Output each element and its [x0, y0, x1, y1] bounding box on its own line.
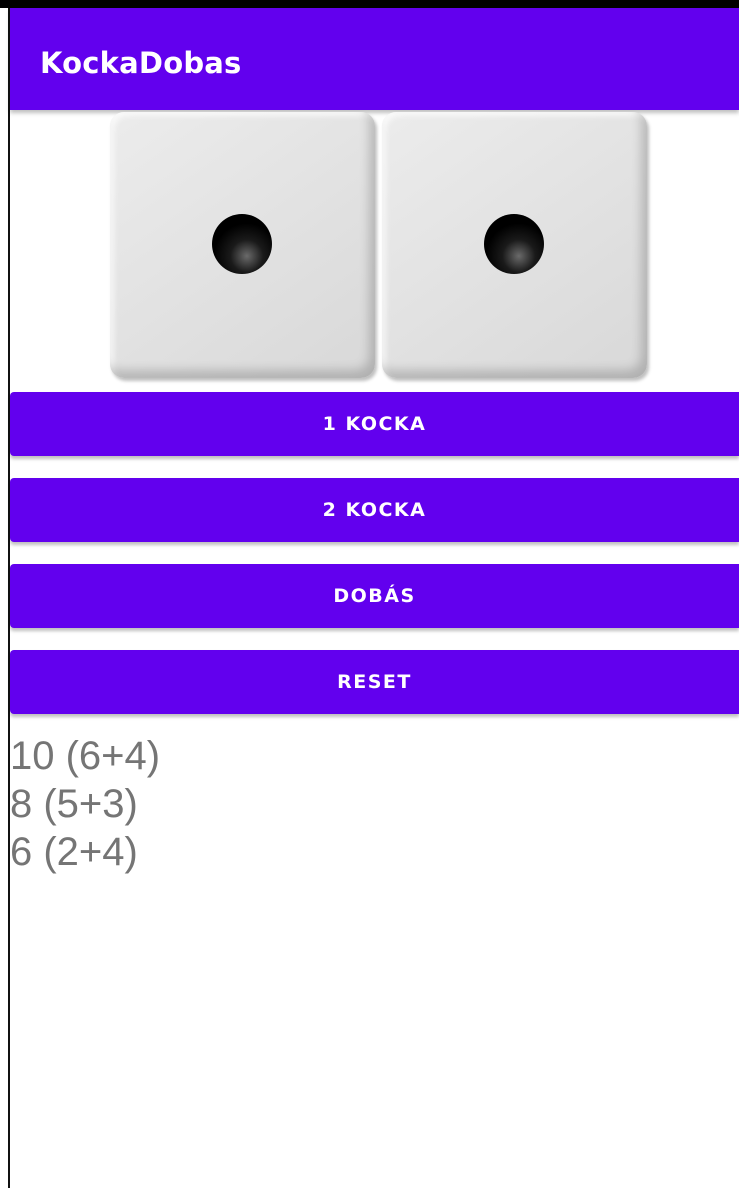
history-line: 6 (2+4) — [10, 830, 138, 874]
app-bar: KockaDobas — [10, 8, 739, 110]
roll-button[interactable]: DOBÁS — [10, 564, 739, 628]
window-frame-top — [0, 0, 739, 8]
history-line: 10 (6+4) — [10, 734, 161, 778]
die-pip — [484, 214, 544, 274]
die-image-1 — [110, 112, 375, 378]
die-image-2 — [382, 112, 647, 378]
history-line: 8 (5+3) — [10, 782, 138, 826]
app-title: KockaDobas — [40, 46, 242, 80]
dice-row — [110, 112, 650, 380]
die-pip — [212, 214, 272, 274]
two-dice-button[interactable]: 2 KOCKA — [10, 478, 739, 542]
one-die-button[interactable]: 1 KOCKA — [10, 392, 739, 456]
reset-button[interactable]: RESET — [10, 650, 739, 714]
roll-history: 10 (6+4) 8 (5+3) 6 (2+4) — [10, 732, 160, 876]
window-frame-left — [0, 0, 8, 1188]
